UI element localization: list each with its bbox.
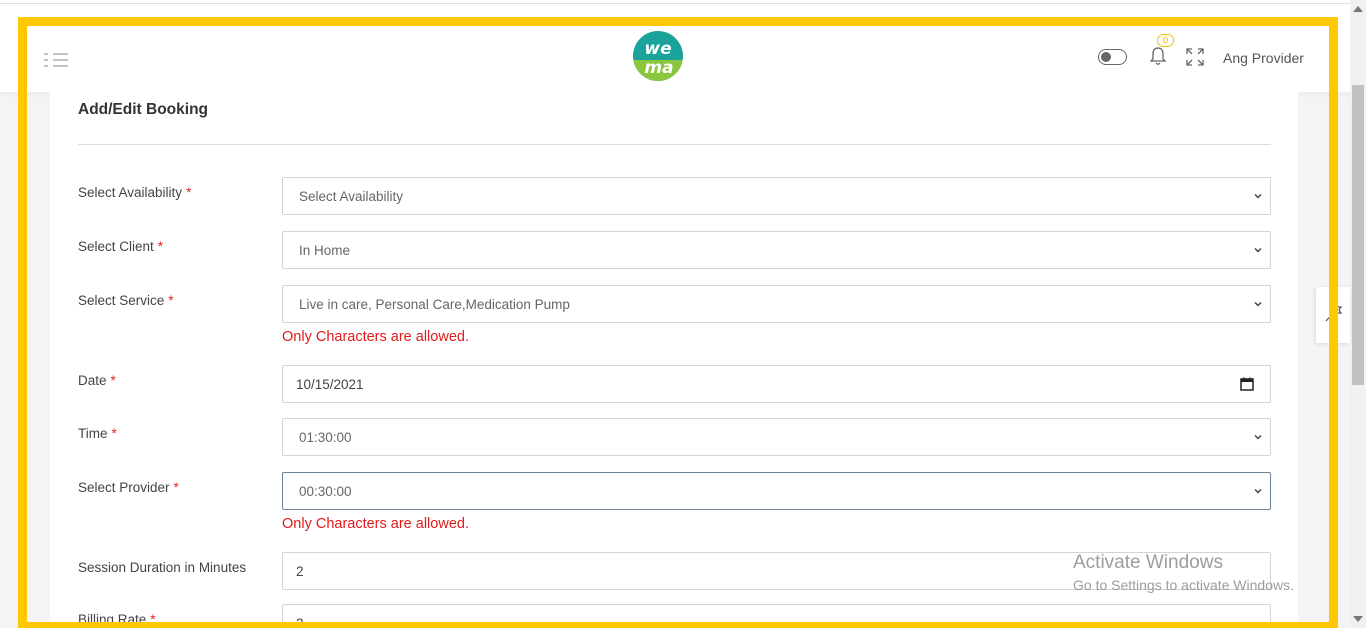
billing-rate-input[interactable]: 2 [282, 604, 1271, 628]
availability-label: Select Availability * [78, 185, 192, 200]
required-mark: * [157, 239, 164, 254]
toggle-knob [1101, 51, 1111, 62]
chevron-down-icon [1254, 247, 1262, 253]
provider-label: Select Provider * [78, 480, 179, 495]
availability-select[interactable]: Select Availability [282, 177, 1271, 215]
required-mark: * [168, 293, 174, 308]
notification-count-badge: 0 [1157, 34, 1174, 47]
flag-icon [1325, 306, 1343, 322]
required-mark: * [186, 185, 192, 200]
scroll-down-arrow-icon[interactable] [1353, 616, 1363, 622]
time-select[interactable]: 01:30:00 [282, 418, 1271, 456]
required-mark: * [150, 612, 156, 627]
service-error-message: Only Characters are allowed. [282, 329, 469, 345]
client-select[interactable]: In Home [282, 231, 1271, 269]
provider-error-message: Only Characters are allowed. [282, 516, 469, 532]
wema-logo[interactable]: we ma [632, 30, 684, 82]
activate-windows-subtitle: Go to Settings to activate Windows. [1073, 577, 1294, 593]
activate-windows-title: Activate Windows [1073, 552, 1223, 573]
time-label: Time * [78, 426, 117, 441]
calendar-icon[interactable] [1240, 377, 1254, 391]
user-name[interactable]: Ang Provider [1223, 50, 1304, 66]
chevron-down-icon [1254, 488, 1262, 494]
date-value: 10/15/2021 [296, 377, 364, 392]
scrollbar-thumb[interactable] [1352, 85, 1364, 385]
theme-toggle[interactable] [1098, 49, 1127, 65]
logo-text-bottom: ma [644, 58, 673, 78]
client-value: In Home [299, 243, 351, 258]
bell-icon[interactable] [1149, 46, 1167, 66]
fullscreen-icon[interactable] [1186, 48, 1204, 66]
session-duration-label: Session Duration in Minutes [78, 560, 247, 575]
booking-form-card [50, 92, 1298, 628]
client-label: Select Client * [78, 239, 164, 254]
time-value: 01:30:00 [299, 430, 352, 445]
billing-rate-value: 2 [296, 616, 304, 628]
provider-select[interactable]: 00:30:00 [282, 472, 1271, 510]
session-duration-value: 2 [296, 564, 304, 579]
side-flag-tab[interactable] [1316, 287, 1350, 343]
date-label: Date * [78, 373, 116, 388]
menu-toggle-icon[interactable] [44, 52, 68, 68]
service-select[interactable]: Live in care, Personal Care,Medication P… [282, 285, 1271, 323]
billing-rate-label: Billing Rate * [78, 612, 156, 627]
provider-value: 00:30:00 [299, 484, 352, 499]
logo-text-top: we [644, 39, 671, 59]
chevron-down-icon [1254, 301, 1262, 307]
scroll-up-arrow-icon[interactable] [1353, 6, 1363, 12]
chevron-down-icon [1254, 193, 1262, 199]
required-mark: * [173, 480, 179, 495]
title-divider [78, 144, 1271, 145]
page-title: Add/Edit Booking [78, 101, 209, 118]
date-input[interactable]: 10/15/2021 [282, 365, 1271, 403]
chevron-down-icon [1254, 434, 1262, 440]
availability-value: Select Availability [299, 189, 404, 204]
required-mark: * [110, 373, 116, 388]
required-mark: * [111, 426, 117, 441]
service-label: Select Service * [78, 293, 174, 308]
service-value: Live in care, Personal Care,Medication P… [299, 297, 570, 312]
